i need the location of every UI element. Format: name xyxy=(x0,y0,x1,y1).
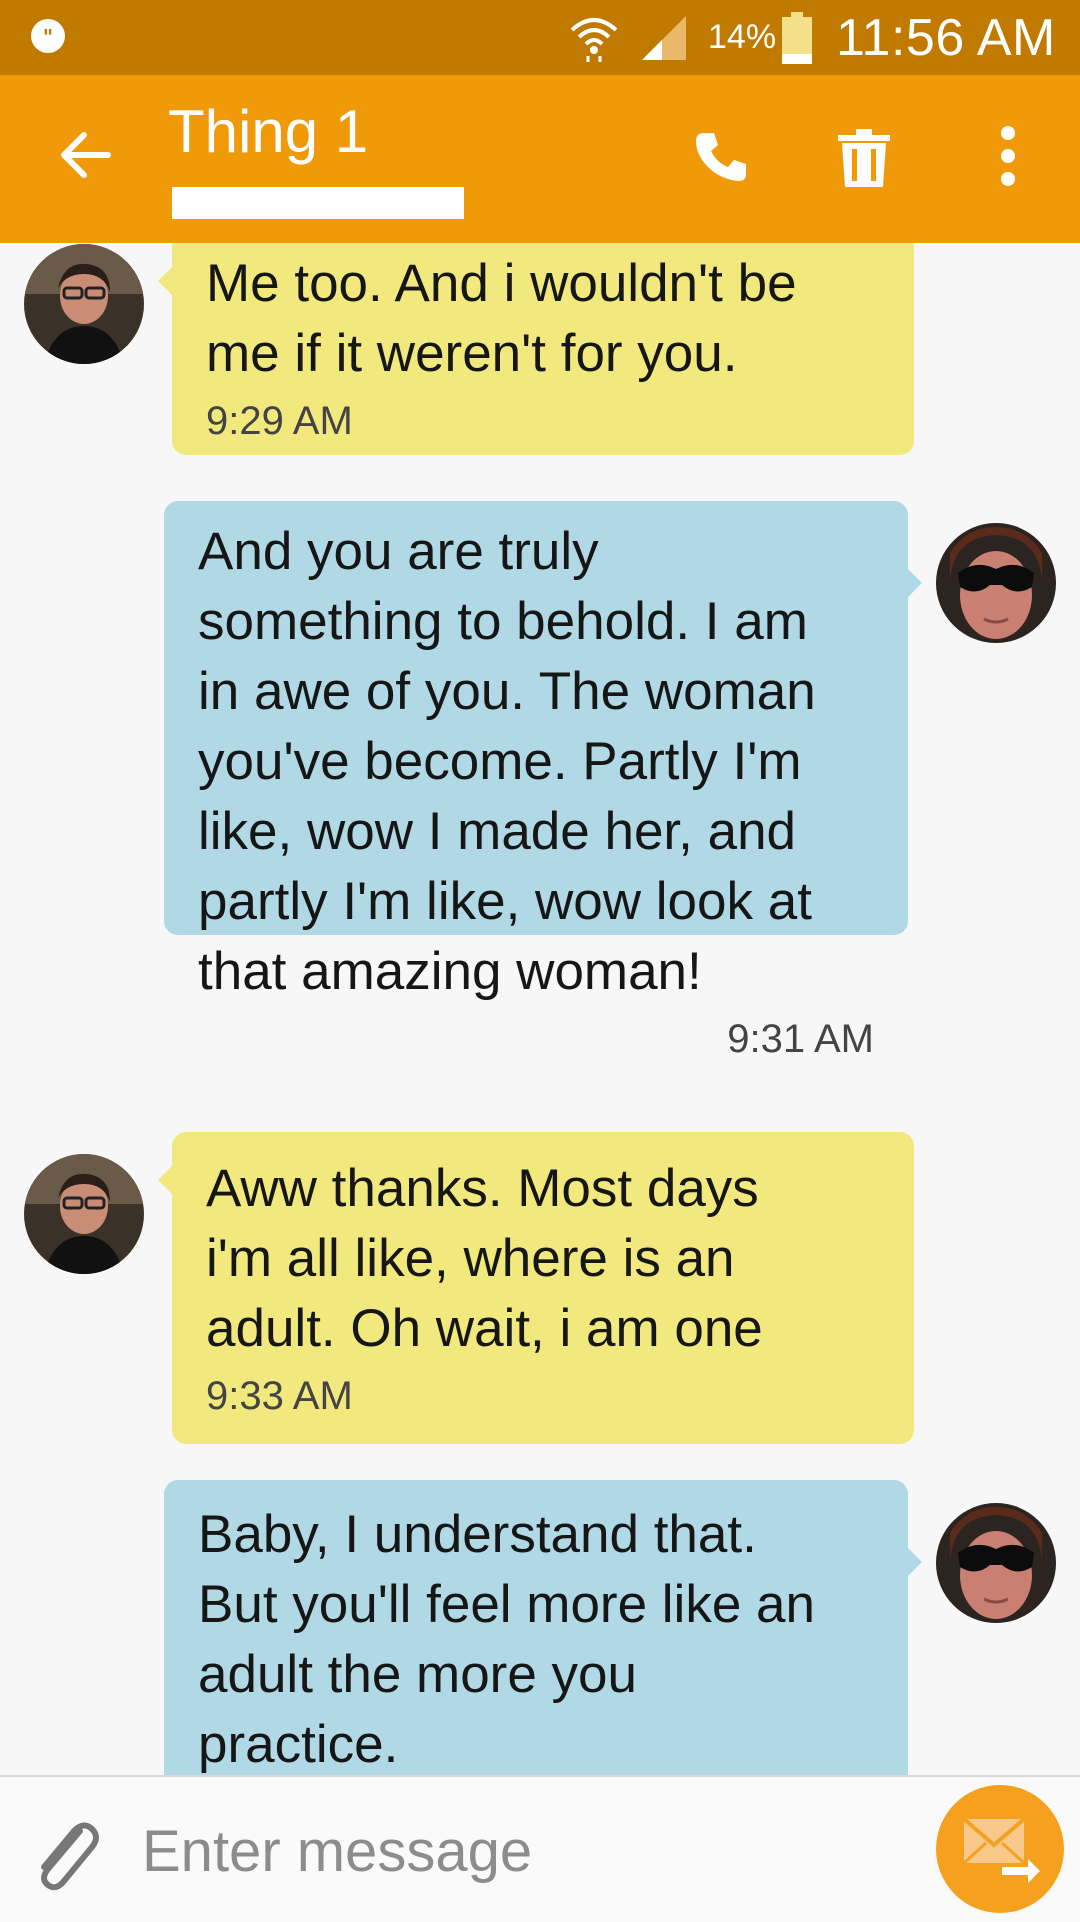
status-bar: " 14% 11:56 AM xyxy=(0,0,1080,75)
wifi-icon xyxy=(570,18,618,62)
bubble-tail xyxy=(908,569,922,597)
message-bubble-incoming[interactable]: Me too. And i wouldn't be me if it weren… xyxy=(158,243,914,455)
message-bubble-incoming[interactable]: Aww thanks. Most days i'm all like, wher… xyxy=(158,1132,914,1444)
hangouts-icon: " xyxy=(31,19,65,53)
more-vertical-icon[interactable] xyxy=(990,123,1026,189)
conversation-title[interactable]: Thing 1 xyxy=(168,97,368,166)
send-button[interactable] xyxy=(936,1785,1064,1913)
message-bubble-outgoing[interactable]: And you are truly something to behold. I… xyxy=(164,501,922,1061)
redacted-phone-number xyxy=(172,187,464,219)
message-bubble-outgoing[interactable]: Baby, I understand that. But you'll feel… xyxy=(164,1480,922,1775)
battery-icon xyxy=(782,12,812,64)
battery-percent: 14% xyxy=(708,18,777,56)
back-arrow-icon[interactable] xyxy=(56,125,116,185)
my-avatar[interactable] xyxy=(936,1503,1056,1623)
paperclip-icon[interactable] xyxy=(30,1817,100,1897)
message-text: Me too. And i wouldn't be me if it weren… xyxy=(206,254,797,383)
message-time: 9:31 AM xyxy=(727,1017,874,1061)
my-avatar[interactable] xyxy=(936,523,1056,643)
conversation-list[interactable]: Me too. And i wouldn't be me if it weren… xyxy=(0,243,1080,1775)
message-text: Baby, I understand that. But you'll feel… xyxy=(198,1505,815,1774)
send-message-icon xyxy=(962,1817,1040,1883)
app-bar: Thing 1 xyxy=(0,75,1080,243)
trash-icon[interactable] xyxy=(838,129,890,189)
bubble-tail xyxy=(158,267,172,295)
signal-icon xyxy=(642,16,686,60)
message-input[interactable] xyxy=(140,1805,904,1897)
message-text: Aww thanks. Most days i'm all like, wher… xyxy=(206,1159,763,1358)
contact-avatar[interactable] xyxy=(24,244,144,364)
svg-text:": " xyxy=(43,25,53,49)
bubble-tail xyxy=(158,1166,172,1194)
contact-avatar[interactable] xyxy=(24,1154,144,1274)
bubble-tail xyxy=(908,1548,922,1576)
compose-bar xyxy=(0,1775,1080,1922)
message-time: 9:33 AM xyxy=(206,1374,353,1418)
message-time: 9:29 AM xyxy=(206,399,353,443)
message-text: And you are truly something to behold. I… xyxy=(198,522,816,1001)
phone-icon[interactable] xyxy=(690,127,750,187)
status-time: 11:56 AM xyxy=(836,9,1056,67)
